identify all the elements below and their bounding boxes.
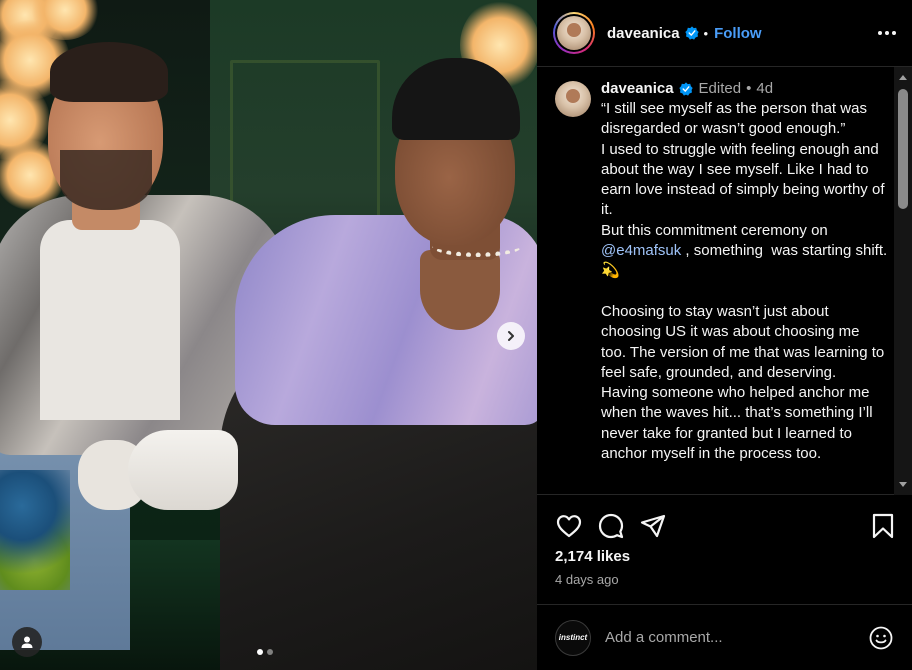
caption-avatar[interactable] <box>555 81 591 117</box>
edited-label: Edited <box>698 80 742 97</box>
like-button[interactable] <box>555 512 583 540</box>
emoji-icon <box>869 626 893 649</box>
caption-text: “I still see myself as the person that w… <box>601 99 888 464</box>
verified-badge-icon <box>678 82 693 96</box>
more-options-button[interactable] <box>878 23 896 43</box>
more-dot-icon <box>892 31 896 35</box>
scrollbar[interactable] <box>894 67 912 495</box>
avatar <box>557 16 591 50</box>
person2-chest <box>420 250 500 330</box>
header-separator: • <box>703 25 709 41</box>
pearl-necklace <box>432 235 522 257</box>
caption-text-part2: , something was starting shift. 💫 Choosi… <box>601 242 888 463</box>
mention-link[interactable]: @e4mafsuk <box>601 242 681 259</box>
save-button[interactable] <box>869 512 897 540</box>
scroll-up-arrow-icon[interactable] <box>899 75 907 80</box>
comments-scroll-area[interactable]: daveanica Edited • 4d “I still see mysel… <box>537 67 912 495</box>
current-user-avatar: instinct <box>555 619 591 656</box>
bookmark-icon <box>872 513 894 539</box>
carousel-dot <box>267 649 273 655</box>
profile-avatar-ring[interactable] <box>553 12 595 54</box>
scroll-thumb[interactable] <box>898 89 908 209</box>
caption-separator: • <box>746 80 752 97</box>
add-comment-bar: instinct <box>537 604 912 670</box>
more-dot-icon <box>885 31 889 35</box>
caption-username[interactable]: daveanica <box>601 79 674 99</box>
post-side-panel: daveanica • Follow daveanica Edited • 4d… <box>537 0 912 670</box>
heart-icon <box>556 515 582 538</box>
comment-input[interactable] <box>605 629 868 646</box>
comment-button[interactable] <box>597 512 625 540</box>
post-media[interactable] <box>0 0 537 670</box>
comment-icon <box>598 513 624 539</box>
emoji-button[interactable] <box>868 625 894 651</box>
tagged-users-button[interactable] <box>12 627 42 657</box>
person1-hair <box>50 42 168 102</box>
caption-age[interactable]: 4d <box>756 79 773 99</box>
send-icon <box>640 514 666 538</box>
carousel-dots <box>257 649 273 655</box>
person2-sneaker <box>128 430 238 510</box>
chevron-right-icon <box>508 331 514 341</box>
flowers <box>0 470 70 590</box>
caption-text-part1: “I still see myself as the person that w… <box>601 100 885 239</box>
likes-count[interactable]: 2,174 likes <box>555 548 630 565</box>
verified-badge-icon <box>684 26 699 40</box>
follow-button[interactable]: Follow <box>714 25 762 42</box>
carousel-dot-active <box>257 649 263 655</box>
share-button[interactable] <box>639 512 667 540</box>
user-tag-icon <box>21 636 33 648</box>
post-caption: daveanica Edited • 4d “I still see mysel… <box>537 67 912 464</box>
post-header: daveanica • Follow <box>537 0 912 67</box>
carousel-next-button[interactable] <box>497 322 525 350</box>
person1-beard <box>60 150 152 210</box>
post-time[interactable]: 4 days ago <box>555 572 619 587</box>
current-user-avatar-label: instinct <box>558 633 588 642</box>
scroll-down-arrow-icon[interactable] <box>899 482 907 487</box>
more-dot-icon <box>878 31 882 35</box>
person1-shirt <box>40 220 180 420</box>
header-username[interactable]: daveanica <box>607 25 680 42</box>
action-bar <box>555 508 897 544</box>
